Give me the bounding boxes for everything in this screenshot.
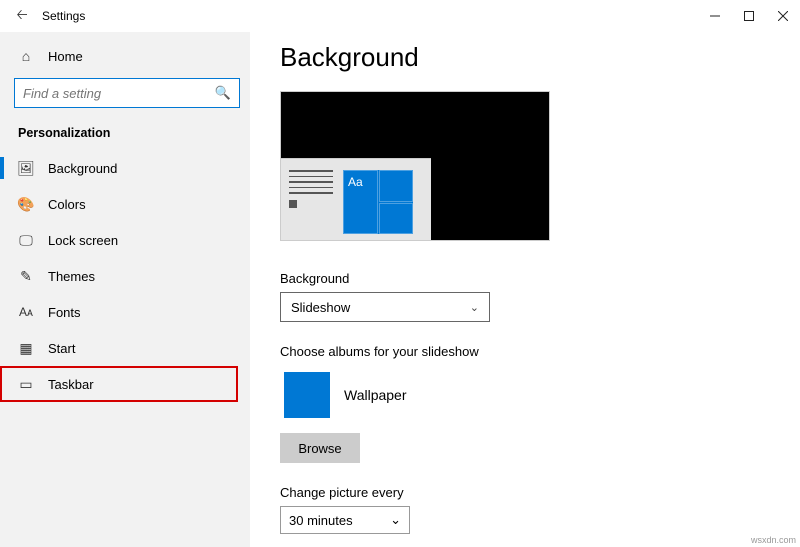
sidebar-item-label: Themes <box>48 269 95 284</box>
change-interval-value: 30 minutes <box>289 513 353 528</box>
window-controls <box>698 0 800 32</box>
section-header: Personalization <box>0 118 250 150</box>
sidebar-item-background[interactable]: 🖼 Background <box>0 150 250 186</box>
albums-label: Choose albums for your slideshow <box>280 344 770 359</box>
picture-icon: 🖼 <box>18 160 34 176</box>
search-box[interactable]: 🔍 <box>14 78 240 108</box>
preview-text-lines <box>289 170 337 234</box>
sidebar-item-label: Lock screen <box>48 233 118 248</box>
sidebar-item-lock-screen[interactable]: 🖵 Lock screen <box>0 222 250 258</box>
back-button[interactable]: 🡠 <box>8 4 36 28</box>
background-selected-value: Slideshow <box>291 300 350 315</box>
titlebar: 🡠 Settings <box>0 0 800 32</box>
sidebar-item-taskbar[interactable]: ▭ Taskbar <box>0 366 238 402</box>
main-content: Background Aa Background Slideshow ⌄ Cho… <box>250 32 800 547</box>
home-nav[interactable]: ⌂ Home <box>0 38 250 74</box>
close-button[interactable] <box>766 0 800 32</box>
desktop-preview: Aa <box>280 91 550 241</box>
taskbar-icon: ▭ <box>18 376 34 392</box>
chevron-down-icon: ⌄ <box>470 301 479 314</box>
sidebar-item-label: Start <box>48 341 75 356</box>
preview-tiles: Aa <box>343 170 413 234</box>
sidebar-item-fonts[interactable]: Aᴀ Fonts <box>0 294 250 330</box>
sidebar-item-label: Background <box>48 161 117 176</box>
font-icon: Aᴀ <box>18 304 34 320</box>
preview-tile-aa: Aa <box>343 170 378 234</box>
watermark: wsxdn.com <box>751 535 796 545</box>
album-name: Wallpaper <box>344 387 407 403</box>
sidebar: ⌂ Home 🔍 Personalization 🖼 Background 🎨 … <box>0 32 250 547</box>
back-arrow-icon: 🡠 <box>16 6 27 22</box>
brush-icon: ✎ <box>18 268 34 284</box>
preview-window: Aa <box>281 158 431 240</box>
sidebar-item-label: Fonts <box>48 305 81 320</box>
sidebar-item-label: Taskbar <box>48 377 94 392</box>
change-interval-select[interactable]: 30 minutes ⌄ <box>280 506 410 534</box>
home-label: Home <box>48 49 83 64</box>
chevron-down-icon: ⌄ <box>390 512 401 528</box>
page-title: Background <box>280 42 770 73</box>
album-thumbnail <box>284 372 330 418</box>
lock-icon: 🖵 <box>18 232 34 248</box>
sidebar-item-label: Colors <box>48 197 86 212</box>
sidebar-item-themes[interactable]: ✎ Themes <box>0 258 250 294</box>
background-select[interactable]: Slideshow ⌄ <box>280 292 490 322</box>
browse-button[interactable]: Browse <box>280 433 360 463</box>
search-input[interactable] <box>23 86 215 101</box>
change-picture-label: Change picture every <box>280 485 770 500</box>
sidebar-item-colors[interactable]: 🎨 Colors <box>0 186 250 222</box>
background-field-label: Background <box>280 271 770 286</box>
home-icon: ⌂ <box>18 48 34 64</box>
maximize-button[interactable] <box>732 0 766 32</box>
palette-icon: 🎨 <box>18 196 34 212</box>
minimize-button[interactable] <box>698 0 732 32</box>
sidebar-item-start[interactable]: ▦ Start <box>0 330 250 366</box>
album-row[interactable]: Wallpaper <box>280 365 640 425</box>
start-icon: ▦ <box>18 340 34 356</box>
search-icon: 🔍 <box>215 85 231 101</box>
window-title: Settings <box>42 9 85 23</box>
